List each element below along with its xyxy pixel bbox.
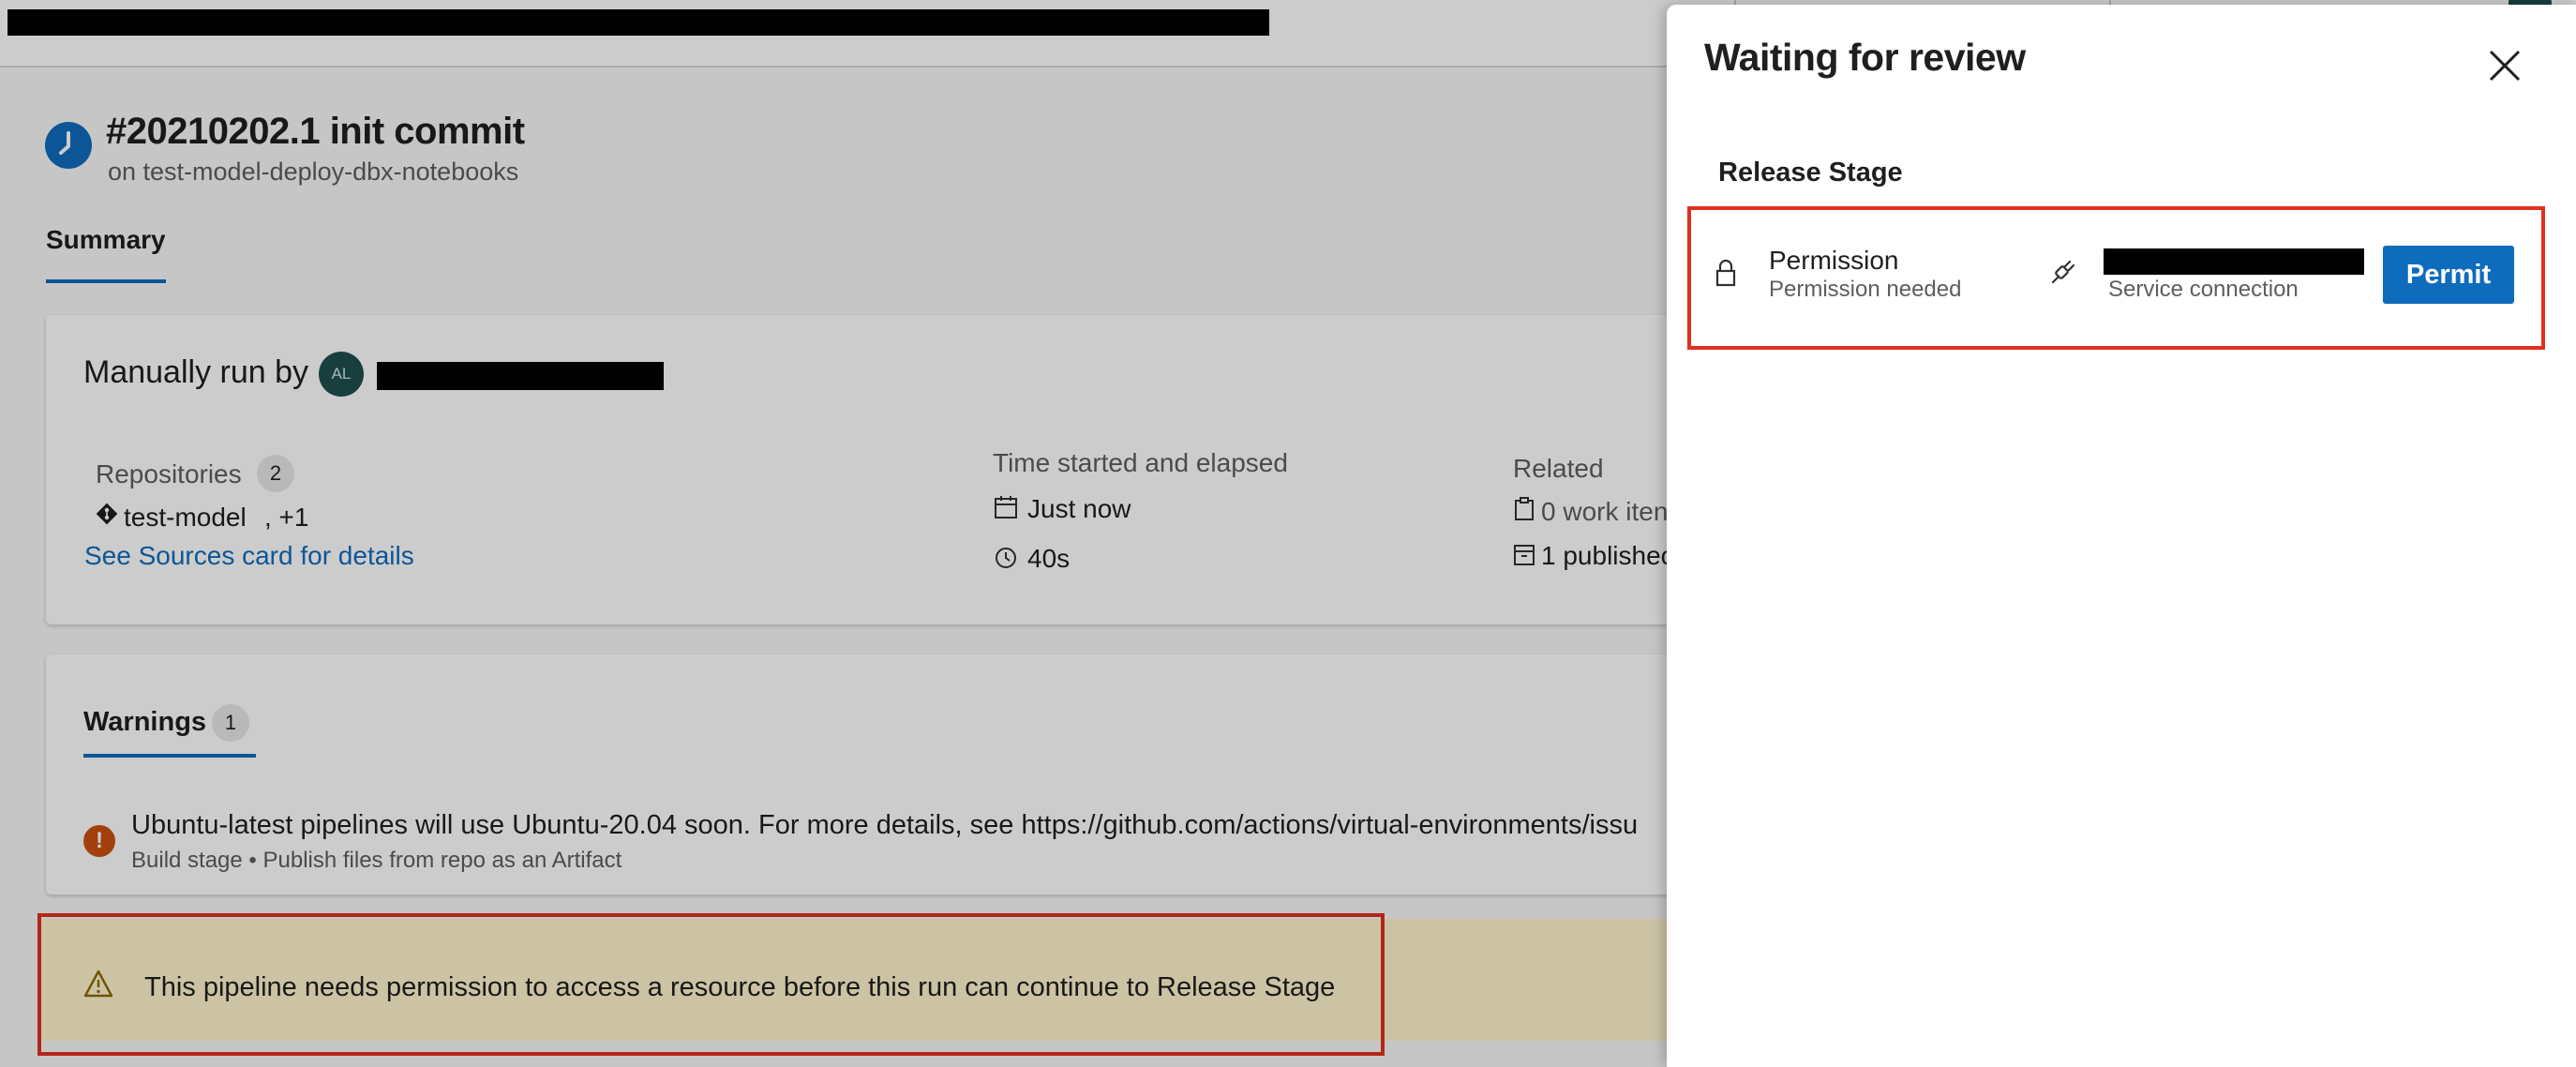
permission-highlight-box <box>1687 206 2545 350</box>
close-button[interactable] <box>2484 45 2525 86</box>
close-icon <box>2489 50 2521 82</box>
panel-title: Waiting for review <box>1704 36 2026 79</box>
stage-label: Release Stage <box>1718 158 1903 188</box>
